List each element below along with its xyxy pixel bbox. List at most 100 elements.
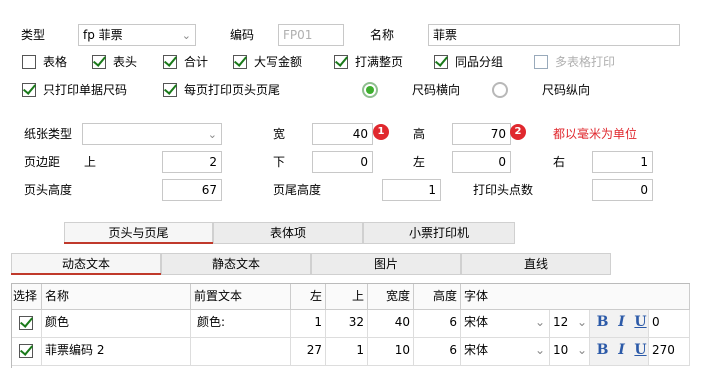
checkbox-label: 表格 (43, 55, 68, 69)
checkbox-box[interactable] (163, 83, 177, 97)
type-label: 类型 (21, 28, 46, 42)
sub-tab-bar: 动态文本 静态文本 图片 直线 (11, 253, 611, 275)
col-header-width[interactable]: 宽度 (368, 284, 414, 310)
row-extra[interactable]: 0 (649, 310, 690, 338)
margin-top-label: 上 (84, 155, 97, 169)
col-header-prefix[interactable]: 前置文本 (191, 284, 291, 310)
checkbox-box[interactable] (92, 55, 106, 69)
tab-header-footer[interactable]: 页头与页尾 (64, 222, 213, 244)
checkbox-box[interactable] (22, 55, 36, 69)
radio-button[interactable] (362, 82, 378, 98)
margin-top-input[interactable]: 2 (162, 151, 222, 173)
row-width[interactable]: 40 (368, 310, 414, 338)
bold-icon[interactable]: B (594, 341, 611, 359)
col-header-height[interactable]: 高度 (414, 284, 461, 310)
row-name[interactable]: 颜色 (42, 310, 191, 338)
checkbox-label: 合计 (184, 55, 209, 69)
row-height[interactable]: 6 (414, 310, 461, 338)
underline-icon[interactable]: U (632, 341, 648, 359)
underline-icon[interactable]: U (632, 313, 648, 331)
type-select-value: fp 菲票 (83, 28, 123, 42)
grid-header-row: 选择 名称 前置文本 左 上 宽度 高度 字体 (12, 284, 690, 310)
table-row[interactable]: 菲票编码 2 27 1 10 6 宋体 ⌄ 10 ⌄ B I U 270 (12, 338, 690, 366)
row-checkbox[interactable] (19, 344, 33, 358)
unit-note: 都以毫米为单位 (553, 127, 638, 141)
tab-receipt-printer[interactable]: 小票打印机 (363, 222, 515, 244)
type-select[interactable]: fp 菲票 ⌄ (78, 24, 196, 46)
row-font-value: 宋体 (464, 315, 489, 329)
chevron-down-icon: ⌄ (576, 343, 587, 357)
tab-static-text[interactable]: 静态文本 (161, 253, 311, 275)
radio-button[interactable] (492, 82, 508, 98)
col-header-name[interactable]: 名称 (42, 284, 191, 310)
paper-type-select[interactable]: ⌄ (82, 123, 222, 145)
row-prefix[interactable]: 颜色: (191, 310, 291, 338)
margin-right-input[interactable]: 1 (592, 151, 653, 173)
row-extra[interactable]: 270 (649, 338, 690, 366)
italic-icon[interactable]: I (613, 341, 630, 359)
height-label: 高 (413, 127, 426, 141)
table-row[interactable]: 颜色 颜色: 1 32 40 6 宋体 ⌄ 12 ⌄ B I U 0 (12, 310, 690, 338)
col-header-top[interactable]: 上 (326, 284, 368, 310)
bold-icon[interactable]: B (594, 313, 611, 331)
row-format-cell: B I U (590, 338, 649, 366)
row-select-cell[interactable] (12, 310, 42, 338)
chevron-down-icon: ⌄ (534, 343, 545, 357)
chevron-down-icon: ⌄ (576, 315, 587, 329)
italic-icon[interactable]: I (613, 313, 630, 331)
row-prefix[interactable] (191, 338, 291, 366)
col-header-select[interactable]: 选择 (12, 284, 42, 310)
tab-image[interactable]: 图片 (311, 253, 461, 275)
col-header-font[interactable]: 字体 (461, 284, 690, 310)
margin-bottom-label: 下 (273, 155, 286, 169)
footer-height-label: 页尾高度 (273, 183, 322, 197)
checkbox-box[interactable] (434, 55, 448, 69)
row-font-value: 宋体 (464, 343, 489, 357)
tab-line[interactable]: 直线 (461, 253, 611, 275)
row-font-select[interactable]: 宋体 ⌄ (461, 338, 550, 366)
checkbox-box[interactable] (334, 55, 348, 69)
checkbox-label: 同品分组 (455, 55, 504, 69)
checkbox-box[interactable] (534, 55, 548, 69)
row-size-value: 12 (553, 315, 569, 329)
width-input[interactable]: 40 (312, 123, 373, 145)
row-select-cell[interactable] (12, 338, 42, 366)
row-name[interactable]: 菲票编码 2 (42, 338, 191, 366)
code-label: 编码 (230, 28, 255, 42)
checkbox-label: 每页打印页头页尾 (184, 83, 281, 97)
row-size-select[interactable]: 10 ⌄ (550, 338, 590, 366)
row-size-select[interactable]: 12 ⌄ (550, 310, 590, 338)
row-checkbox[interactable] (19, 316, 33, 330)
element-grid: 选择 名称 前置文本 左 上 宽度 高度 字体 颜色 颜色: 1 32 40 6… (11, 283, 690, 368)
row-height[interactable]: 6 (414, 338, 461, 366)
tab-table-body[interactable]: 表体项 (213, 222, 363, 244)
checkbox-box[interactable] (163, 55, 177, 69)
header-height-label: 页头高度 (24, 183, 73, 197)
callout-badge-1: 1 (373, 124, 389, 140)
row-top[interactable]: 1 (326, 338, 368, 366)
height-input[interactable]: 70 (452, 123, 511, 145)
header-height-input[interactable]: 67 (162, 179, 222, 201)
code-input[interactable]: FP01 (278, 24, 344, 46)
name-input[interactable]: 菲票 (428, 24, 680, 46)
row-top[interactable]: 32 (326, 310, 368, 338)
row-size-value: 10 (553, 343, 569, 357)
paper-type-label: 纸张类型 (24, 127, 73, 141)
print-head-dots-label: 打印头点数 (473, 183, 534, 197)
print-head-dots-input[interactable]: 0 (592, 179, 653, 201)
row-format-cell: B I U (590, 310, 649, 338)
row-width[interactable]: 10 (368, 338, 414, 366)
col-header-left[interactable]: 左 (291, 284, 326, 310)
row-left[interactable]: 1 (291, 310, 326, 338)
tab-dynamic-text[interactable]: 动态文本 (11, 253, 161, 275)
margin-left-input[interactable]: 0 (452, 151, 511, 173)
row-left[interactable]: 27 (291, 338, 326, 366)
row-font-select[interactable]: 宋体 ⌄ (461, 310, 550, 338)
checkbox-box[interactable] (233, 55, 247, 69)
radio-label: 尺码纵向 (542, 83, 591, 97)
main-tab-bar: 页头与页尾 表体项 小票打印机 (64, 222, 515, 244)
checkbox-label: 多表格打印 (555, 55, 616, 69)
footer-height-input[interactable]: 1 (382, 179, 441, 201)
checkbox-box[interactable] (22, 83, 36, 97)
margin-bottom-input[interactable]: 0 (312, 151, 373, 173)
